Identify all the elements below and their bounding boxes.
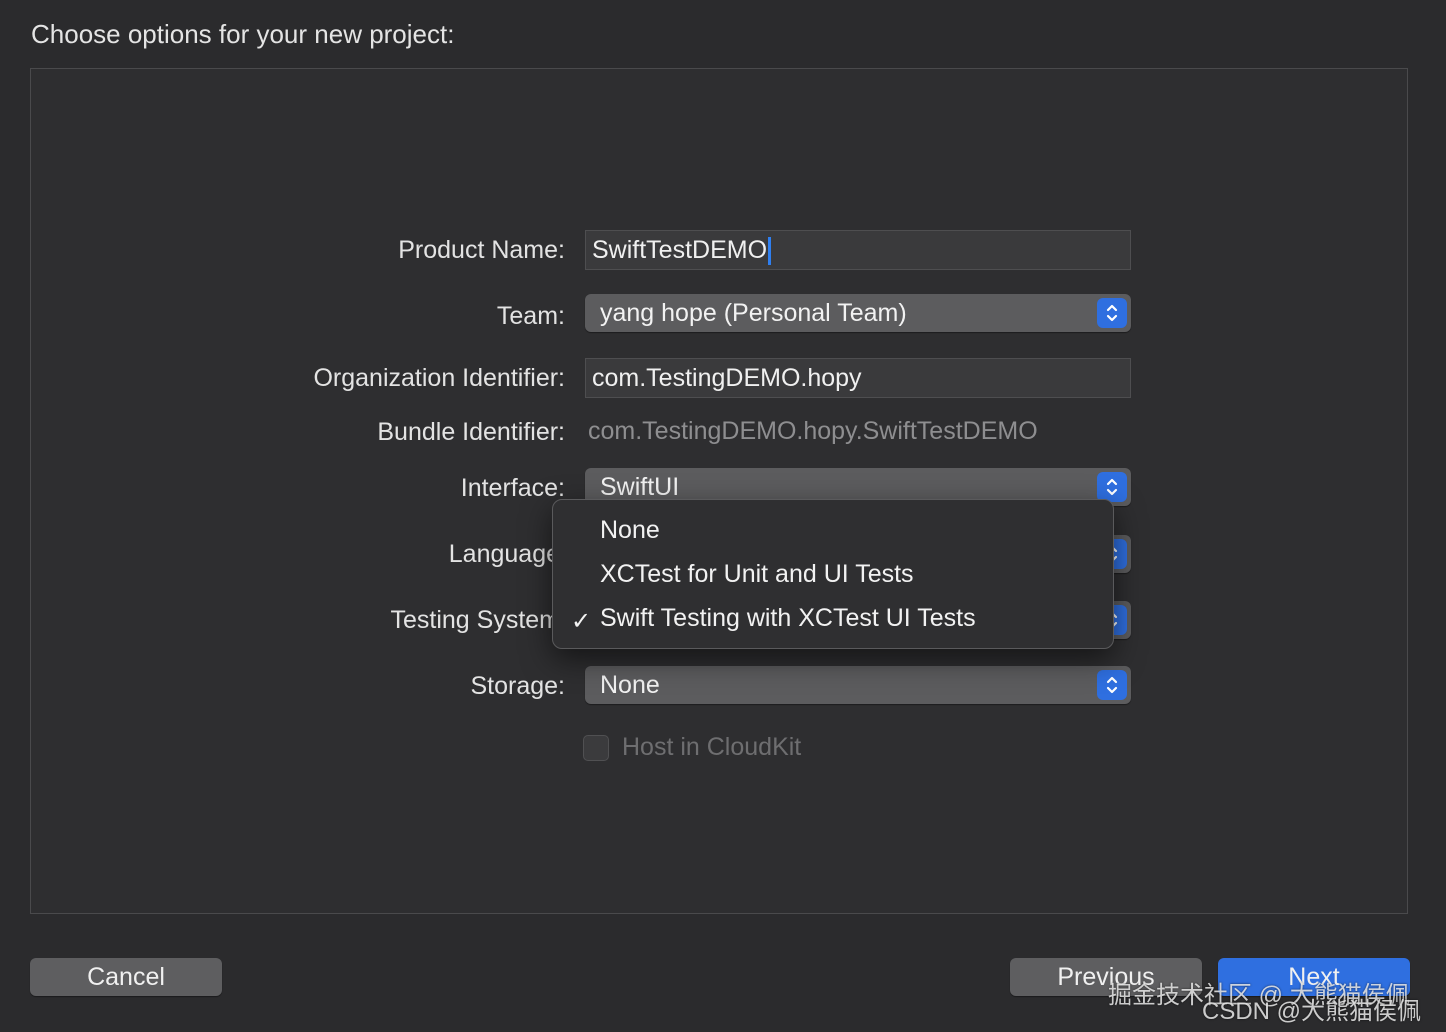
menu-item-xctest[interactable]: XCTest for Unit and UI Tests (600, 560, 914, 589)
updown-chevron-icon (1097, 472, 1127, 502)
org-identifier-label: Organization Identifier: (313, 364, 565, 392)
menu-item-swift-testing[interactable]: Swift Testing with XCTest UI Tests (600, 604, 976, 633)
watermark-line-2: CSDN @大熊猫侯佩 (1202, 998, 1422, 1025)
cancel-button[interactable]: Cancel (30, 958, 222, 996)
updown-chevron-icon (1097, 298, 1127, 328)
menu-item-none[interactable]: None (600, 516, 660, 545)
testing-system-label: Testing System (390, 606, 560, 634)
testing-system-menu: None XCTest for Unit and UI Tests ✓ Swif… (552, 499, 1114, 649)
host-in-cloudkit-label: Host in CloudKit (622, 733, 802, 761)
host-in-cloudkit-checkbox[interactable] (583, 735, 609, 761)
bundle-identifier-value: com.TestingDEMO.hopy.SwiftTestDEMO (588, 417, 1038, 445)
storage-popup[interactable]: None (585, 666, 1131, 704)
interface-value: SwiftUI (600, 473, 680, 501)
interface-label: Interface: (460, 474, 565, 502)
product-name-field[interactable]: SwiftTestDEMO (585, 230, 1131, 270)
checkmark-icon: ✓ (571, 608, 592, 635)
bundle-identifier-label: Bundle Identifier: (377, 418, 565, 446)
text-caret (768, 237, 772, 266)
team-value: yang hope (Personal Team) (600, 299, 907, 327)
product-name-label: Product Name: (398, 236, 565, 264)
team-label: Team: (496, 302, 565, 330)
team-popup[interactable]: yang hope (Personal Team) (585, 294, 1131, 332)
org-identifier-value: com.TestingDEMO.hopy (592, 364, 862, 392)
header-title: Choose options for your new project: (31, 19, 455, 49)
storage-label: Storage: (470, 672, 565, 700)
product-name-value: SwiftTestDEMO (592, 236, 768, 264)
org-identifier-field[interactable]: com.TestingDEMO.hopy (585, 358, 1131, 398)
storage-value: None (600, 671, 660, 699)
language-label: Language (448, 540, 560, 568)
updown-chevron-icon (1097, 670, 1127, 700)
